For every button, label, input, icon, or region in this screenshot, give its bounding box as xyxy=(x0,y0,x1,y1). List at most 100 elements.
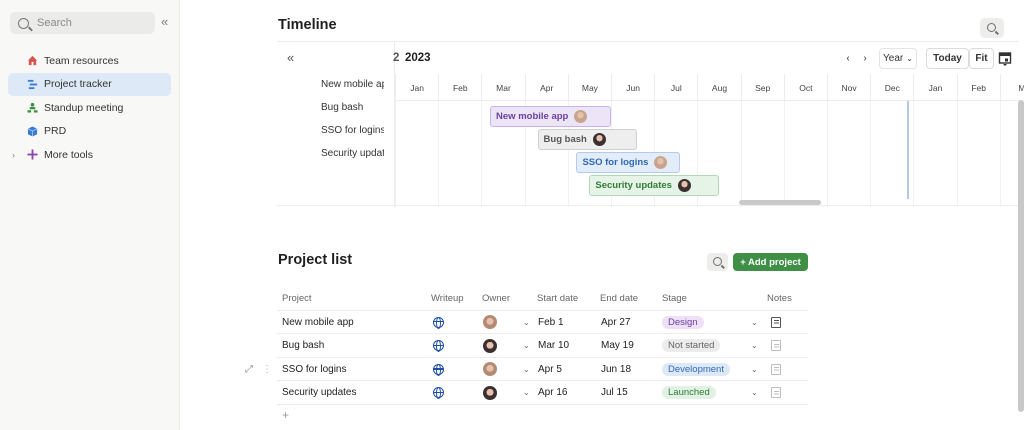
sidebar-item-more-tools[interactable]: › More tools xyxy=(8,143,171,167)
timeline-bar-label: SSO for logins xyxy=(582,157,649,168)
column-header-start-date[interactable]: Start date xyxy=(537,287,578,310)
next-period-icon[interactable]: › xyxy=(859,48,871,69)
scale-select[interactable]: Year ⌄ xyxy=(879,48,917,69)
chevron-down-icon[interactable]: ⌄ xyxy=(523,388,530,397)
add-row-icon[interactable]: + xyxy=(282,408,289,422)
project-name[interactable]: New mobile app xyxy=(282,311,354,334)
search-box[interactable] xyxy=(10,12,155,34)
calendar-icon[interactable] xyxy=(998,48,1012,69)
timeline-horizontal-scrollbar[interactable] xyxy=(739,200,821,205)
table-row[interactable]: ⤢ ⋮ SSO for logins ⌄ Apr 5 Jun 18 Development ⌄ xyxy=(245,358,808,382)
fit-button[interactable]: Fit xyxy=(969,48,994,69)
start-date[interactable]: Mar 10 xyxy=(538,334,569,357)
owner-cell[interactable]: ⌄ xyxy=(483,381,530,404)
writeup-link[interactable] xyxy=(433,358,444,381)
chevron-down-icon[interactable]: ⌄ xyxy=(751,358,758,381)
project-name[interactable]: SSO for logins xyxy=(282,358,346,381)
owner-cell[interactable]: ⌄ xyxy=(483,334,530,357)
timeline-title: Timeline xyxy=(278,17,337,33)
month-label: Aug xyxy=(697,74,740,101)
sidebar-item-label: Team resources xyxy=(44,54,119,67)
chevron-down-icon[interactable]: ⌄ xyxy=(523,365,530,374)
month-label: Jan xyxy=(913,74,956,101)
timeline-bar[interactable]: Bug bash xyxy=(537,129,637,150)
sidebar-item-standup-meeting[interactable]: Standup meeting xyxy=(8,96,171,120)
project-list-search-button[interactable] xyxy=(707,253,728,271)
table-row[interactable]: Bug bash ⌄ Mar 10 May 19 Not started ⌄ xyxy=(277,334,808,358)
timeline-bar[interactable]: Security updates xyxy=(589,175,719,196)
drag-handle-icon[interactable]: ⋮ xyxy=(262,364,272,375)
start-date[interactable]: Apr 5 xyxy=(538,358,562,381)
vertical-scrollbar[interactable] xyxy=(1018,100,1024,412)
grid-line xyxy=(913,101,915,207)
stage-cell[interactable]: Development xyxy=(662,358,730,381)
search-input[interactable] xyxy=(37,17,137,29)
table-row[interactable]: Security updates ⌄ Apr 16 Jul 15 Launched ⌄ xyxy=(277,381,808,405)
grid-line xyxy=(999,101,1001,207)
chevron-right-icon[interactable]: › xyxy=(12,150,15,160)
chevron-down-icon[interactable]: ⌄ xyxy=(523,341,530,350)
avatar xyxy=(483,338,497,353)
writeup-link[interactable] xyxy=(433,381,444,404)
chevron-down-icon[interactable]: ⌄ xyxy=(523,318,530,327)
today-marker xyxy=(907,101,909,199)
expand-icon[interactable]: ⤢ xyxy=(245,364,253,375)
plus-icon xyxy=(27,149,38,160)
table-row[interactable]: New mobile app ⌄ Feb 1 Apr 27 Design ⌄ xyxy=(277,311,808,335)
notes-cell[interactable] xyxy=(771,358,781,381)
timeline-project-label: Bug bash xyxy=(321,102,364,113)
people-icon xyxy=(27,103,38,113)
owner-cell[interactable]: ⌄ xyxy=(483,311,530,334)
month-label: Mar xyxy=(481,74,524,101)
end-date[interactable]: Jun 18 xyxy=(601,358,631,381)
stage-cell[interactable]: Not started xyxy=(662,334,721,357)
grid-line xyxy=(783,101,785,207)
collapse-sidebar-icon[interactable]: « xyxy=(161,14,168,29)
notes-cell[interactable] xyxy=(771,334,781,357)
sidebar-item-prd[interactable]: PRD xyxy=(8,120,171,144)
end-date[interactable]: Jul 15 xyxy=(601,381,628,404)
writeup-link[interactable] xyxy=(433,311,444,334)
globe-icon xyxy=(433,387,444,400)
prev-period-icon[interactable]: ‹ xyxy=(842,48,854,69)
timeline-year: 2023 xyxy=(405,52,431,64)
chevron-down-icon[interactable]: ⌄ xyxy=(751,311,758,334)
project-name[interactable]: Bug bash xyxy=(282,334,324,357)
timeline-panel: « New mobile app Bug bash SSO for logins… xyxy=(277,41,1024,207)
stage-cell[interactable]: Launched xyxy=(662,381,716,404)
stage-cell[interactable]: Design xyxy=(662,311,704,334)
end-date[interactable]: May 19 xyxy=(601,334,634,357)
column-header-owner[interactable]: Owner xyxy=(482,287,510,310)
owner-cell[interactable]: ⌄ xyxy=(483,358,530,381)
start-date[interactable]: Apr 16 xyxy=(538,381,567,404)
timeline-project-label: New mobile app xyxy=(321,79,384,90)
timeline-search-button[interactable] xyxy=(980,18,1004,38)
notes-cell[interactable] xyxy=(771,381,781,404)
collapse-timeline-icon[interactable]: « xyxy=(287,50,294,65)
column-header-project[interactable]: Project xyxy=(282,287,312,310)
chevron-down-icon[interactable]: ⌄ xyxy=(751,381,758,404)
notes-cell[interactable] xyxy=(771,311,781,334)
column-header-writeup[interactable]: Writeup xyxy=(431,287,464,310)
sidebar: « Team resources Project tracker Standup… xyxy=(0,0,180,430)
sidebar-item-team-resources[interactable]: Team resources xyxy=(8,49,171,73)
column-header-end-date[interactable]: End date xyxy=(600,287,638,310)
grid-line xyxy=(395,101,396,207)
sidebar-item-project-tracker[interactable]: Project tracker xyxy=(8,72,171,96)
avatar xyxy=(654,156,668,169)
notes-icon xyxy=(771,340,781,352)
today-button[interactable]: Today xyxy=(926,48,969,69)
month-label: Apr xyxy=(524,74,568,101)
add-project-button[interactable]: + Add project xyxy=(733,253,808,271)
project-name[interactable]: Security updates xyxy=(282,381,357,404)
start-date[interactable]: Feb 1 xyxy=(538,311,564,334)
search-icon xyxy=(987,23,996,32)
column-header-notes[interactable]: Notes xyxy=(767,287,792,310)
end-date[interactable]: Apr 27 xyxy=(601,311,630,334)
column-header-stage[interactable]: Stage xyxy=(662,287,687,310)
timeline-bar[interactable]: New mobile app xyxy=(490,106,611,127)
avatar xyxy=(574,110,588,123)
chevron-down-icon[interactable]: ⌄ xyxy=(751,334,758,357)
timeline-bar[interactable]: SSO for logins xyxy=(576,152,681,173)
writeup-link[interactable] xyxy=(433,334,444,357)
